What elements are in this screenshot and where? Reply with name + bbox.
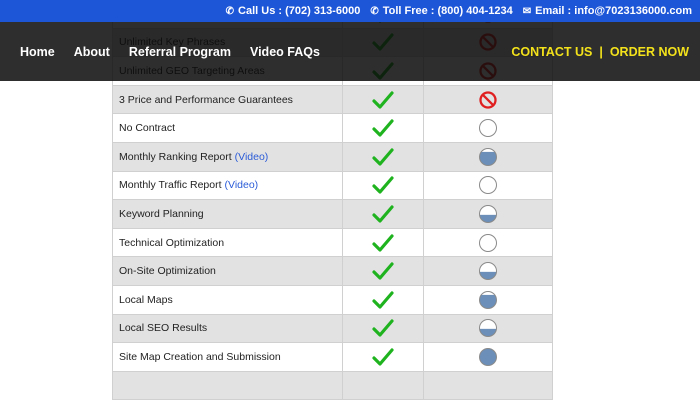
- email-link[interactable]: ✉ Email : info@7023136000.com: [523, 5, 692, 17]
- contact-topbar: ✆ Call Us : (702) 313-6000 ✆ Toll Free :…: [0, 0, 700, 22]
- plan-b-cell: [424, 200, 552, 228]
- phone-icon: ✆: [370, 5, 379, 17]
- table-row: Monthly Ranking Report (Video): [112, 142, 553, 172]
- nav-referral-program[interactable]: Referral Program: [129, 45, 231, 59]
- feature-label: No Contract: [119, 122, 176, 135]
- feature-cell: Technical Optimization: [113, 228, 343, 257]
- checkmark-icon: [372, 90, 394, 110]
- plan-a-cell: [343, 371, 424, 400]
- plan-a-cell: [343, 85, 424, 114]
- plan-b-cell: [424, 315, 552, 343]
- feature-cell: On-Site Optimization: [113, 257, 343, 285]
- checkmark-icon: [372, 147, 394, 167]
- nav-video-faqs[interactable]: Video FAQs: [250, 45, 320, 59]
- feature-label: Monthly Ranking Report: [119, 150, 232, 163]
- email-label: Email : info@7023136000.com: [535, 5, 692, 17]
- plan-b-cell: [424, 372, 552, 400]
- plan-b-cell: [424, 229, 552, 257]
- table-row: Local SEO Results: [112, 314, 553, 344]
- feature-label: Keyword Planning: [119, 207, 204, 220]
- toll-free-label: Toll Free : (800) 404-1234: [382, 5, 513, 17]
- table-row: Keyword Planning: [112, 200, 553, 229]
- nav-cta: CONTACT US | ORDER NOW: [511, 22, 689, 81]
- feature-label: Site Map Creation and Submission: [119, 350, 281, 363]
- feature-cell: Local Maps: [113, 285, 343, 314]
- checkmark-icon: [372, 233, 394, 253]
- nav-separator: |: [599, 44, 603, 59]
- table-row: On-Site Optimization: [112, 257, 553, 286]
- table-row: Local Maps: [112, 285, 553, 315]
- checkmark-icon: [372, 261, 394, 281]
- nav-links: Home About Referral Program Video FAQs: [20, 45, 339, 59]
- plan-a-cell: [343, 343, 424, 371]
- plan-b-cell: [424, 114, 552, 142]
- order-now-button[interactable]: ORDER NOW: [610, 45, 689, 59]
- plan-a-cell: [343, 200, 424, 228]
- video-link[interactable]: (Video): [225, 179, 259, 191]
- video-link[interactable]: (Video): [235, 151, 269, 163]
- checkmark-icon: [372, 175, 394, 195]
- feature-cell: [113, 371, 343, 400]
- table-row: Site Map Creation and Submission: [112, 343, 553, 372]
- checkmark-icon: [372, 318, 394, 338]
- feature-label: Monthly Traffic Report: [119, 179, 222, 192]
- nav-about[interactable]: About: [74, 45, 110, 59]
- phone-icon: ✆: [225, 5, 235, 17]
- feature-label: Local Maps: [119, 293, 173, 306]
- checkmark-icon: [372, 290, 394, 310]
- plan-a-cell: [343, 171, 424, 200]
- toll-free-link[interactable]: ✆ Toll Free : (800) 404-1234: [370, 5, 512, 17]
- progress-circle-icon: [478, 290, 498, 310]
- progress-circle-icon: [478, 147, 498, 167]
- feature-label: Technical Optimization: [119, 236, 225, 249]
- mail-icon: ✉: [522, 5, 532, 17]
- progress-circle-icon: [478, 118, 498, 138]
- contact-us-button[interactable]: CONTACT US: [511, 45, 592, 59]
- plan-a-cell: [343, 285, 424, 314]
- call-us-label: Call Us : (702) 313-6000: [238, 5, 361, 17]
- plan-b-cell: [424, 343, 552, 371]
- plan-b-cell: [424, 172, 552, 200]
- feature-cell: Keyword Planning: [113, 200, 343, 228]
- table-row: No Contract: [112, 114, 553, 143]
- feature-cell: Monthly Ranking Report (Video): [113, 142, 343, 171]
- plan-a-cell: [343, 142, 424, 171]
- feature-label: Local SEO Results: [119, 322, 208, 335]
- nav-home[interactable]: Home: [20, 45, 55, 59]
- progress-circle-icon: [478, 175, 498, 195]
- plan-a-cell: [343, 314, 424, 343]
- checkmark-icon: [372, 118, 394, 138]
- feature-cell: Site Map Creation and Submission: [113, 343, 343, 371]
- feature-label: On-Site Optimization: [119, 265, 216, 278]
- plan-b-cell: [424, 86, 552, 114]
- progress-circle-icon: [478, 318, 498, 338]
- plan-a-cell: [343, 114, 424, 142]
- page: Digital Full Page Display Ads(Video)Unli…: [0, 0, 700, 404]
- progress-circle-icon: [478, 233, 498, 253]
- progress-circle-icon: [478, 204, 498, 224]
- progress-circle-icon: [478, 261, 498, 281]
- checkmark-icon: [372, 347, 394, 367]
- table-row: Monthly Traffic Report (Video): [112, 171, 553, 201]
- feature-cell: 3 Price and Performance Guarantees: [113, 85, 343, 114]
- feature-cell: No Contract: [113, 114, 343, 142]
- feature-cell: Local SEO Results: [113, 314, 343, 343]
- table-row: Technical Optimization: [112, 228, 553, 258]
- main-navbar: Home About Referral Program Video FAQs C…: [0, 22, 700, 81]
- plan-b-cell: [424, 257, 552, 285]
- feature-label: 3 Price and Performance Guarantees: [119, 93, 293, 106]
- plan-b-cell: [424, 286, 552, 314]
- table-row: [112, 371, 553, 401]
- feature-cell: Monthly Traffic Report (Video): [113, 171, 343, 200]
- checkmark-icon: [372, 204, 394, 224]
- plan-b-cell: [424, 143, 552, 171]
- plan-a-cell: [343, 228, 424, 257]
- progress-circle-icon: [478, 347, 498, 367]
- prohibited-icon: [478, 90, 498, 110]
- call-us-link[interactable]: ✆ Call Us : (702) 313-6000: [226, 5, 361, 17]
- table-row: 3 Price and Performance Guarantees: [112, 85, 553, 115]
- plan-a-cell: [343, 257, 424, 285]
